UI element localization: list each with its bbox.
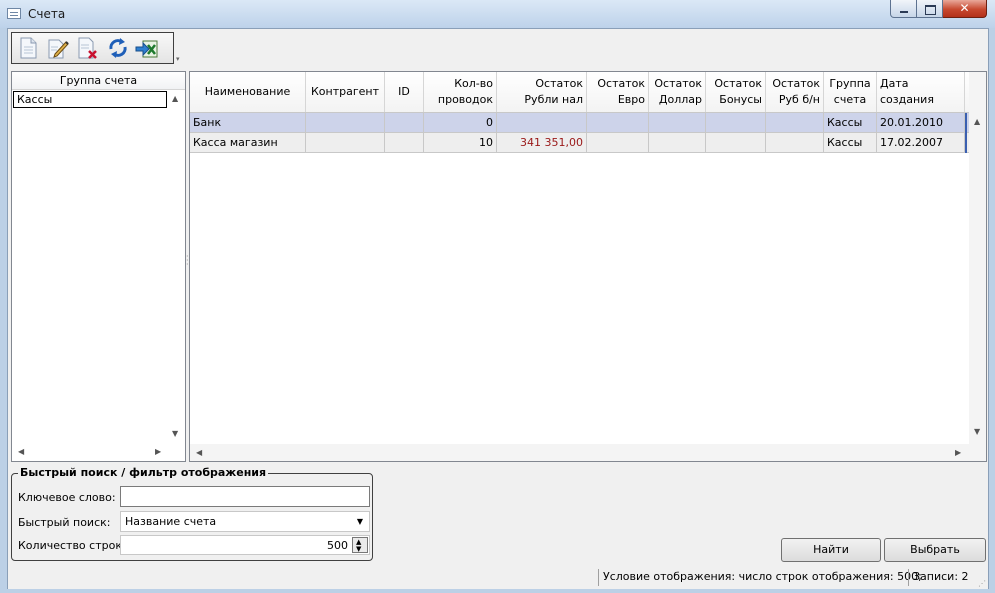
maximize-button[interactable] xyxy=(917,0,943,18)
cell-group: Кассы xyxy=(824,133,877,152)
cell-eur xyxy=(587,133,649,152)
stepper-buttons[interactable]: ▲ ▼ xyxy=(352,537,368,553)
scroll-down-icon[interactable]: ▼ xyxy=(974,427,980,436)
scroll-up-icon[interactable]: ▲ xyxy=(172,94,178,103)
cell-name: Банк xyxy=(190,113,306,132)
cell-bonus xyxy=(706,133,766,152)
delete-document-icon xyxy=(78,37,97,59)
filter-legend: Быстрый поиск / фильтр отображения xyxy=(18,466,269,479)
cell-created: 17.02.2007 xyxy=(877,133,965,152)
scroll-right-icon[interactable]: ▶ xyxy=(955,448,961,457)
column-header-eur[interactable]: Остаток Евро xyxy=(587,72,649,112)
edit-pencil-icon xyxy=(48,39,69,59)
quick-search-label: Быстрый поиск: xyxy=(18,516,111,529)
group-list-header: Группа счета xyxy=(12,72,185,90)
column-header-rub-noncash[interactable]: Остаток Руб б/н xyxy=(766,72,824,112)
export-excel-icon xyxy=(135,40,158,58)
column-header-id[interactable]: ID xyxy=(385,72,424,112)
toolbar-overflow-icon[interactable]: ▾ xyxy=(176,55,183,63)
scroll-down-icon[interactable]: ▼ xyxy=(172,429,178,438)
scroll-left-icon[interactable]: ◀ xyxy=(18,447,24,456)
edit-button[interactable] xyxy=(44,34,72,62)
row-edge-marker xyxy=(965,113,967,153)
refresh-icon xyxy=(109,38,127,58)
keyword-label: Ключевое слово: xyxy=(18,491,116,504)
keyword-input[interactable] xyxy=(120,486,370,507)
select-button[interactable]: Выбрать xyxy=(884,538,986,562)
cell-eur xyxy=(587,113,649,132)
window-title: Счета xyxy=(28,7,66,21)
cell-contractor xyxy=(306,133,385,152)
grid-header: Наименование Контрагент ID Кол-во провод… xyxy=(190,72,986,113)
export-button[interactable] xyxy=(134,34,162,62)
row-count-value: 500 xyxy=(327,539,348,552)
cell-id xyxy=(385,113,424,132)
status-records: Записи: 2 xyxy=(908,569,969,586)
cell-usd xyxy=(649,113,706,132)
delete-button[interactable] xyxy=(74,34,102,62)
table-row[interactable]: Касса магазин 10 341 351,00 Кассы 17.02.… xyxy=(190,133,986,153)
refresh-button[interactable] xyxy=(104,34,132,62)
table-row[interactable]: Банк 0 Кассы 20.01.2010 xyxy=(190,113,986,133)
cell-rub-cash xyxy=(497,113,587,132)
cell-postings: 10 xyxy=(424,133,497,152)
scroll-right-icon[interactable]: ▶ xyxy=(155,447,161,456)
column-header-usd[interactable]: Остаток Доллар xyxy=(649,72,706,112)
status-condition: Условие отображения: число строк отображ… xyxy=(598,569,922,586)
list-item[interactable]: Кассы xyxy=(13,91,167,108)
status-bar: Условие отображения: число строк отображ… xyxy=(8,566,988,589)
row-count-label: Количество строк: xyxy=(18,539,126,552)
stepper-down-icon[interactable]: ▼ xyxy=(356,546,361,553)
accounts-grid: Наименование Контрагент ID Кол-во провод… xyxy=(189,71,987,462)
column-header-postings[interactable]: Кол-во проводок xyxy=(424,72,497,112)
resize-grip-icon[interactable]: ⋰ xyxy=(978,579,988,589)
window-controls: ✕ xyxy=(890,0,987,18)
close-icon: ✕ xyxy=(959,1,970,15)
cell-rub-cash: 341 351,00 xyxy=(497,133,587,152)
minimize-button[interactable] xyxy=(890,0,917,18)
cell-contractor xyxy=(306,113,385,132)
scroll-left-icon[interactable]: ◀ xyxy=(196,448,202,457)
account-group-list: Группа счета Кассы ▲ ▼ ◀ ▶ xyxy=(11,71,186,462)
row-count-stepper[interactable]: 500 ▲ ▼ xyxy=(120,535,370,555)
close-button[interactable]: ✕ xyxy=(943,0,987,18)
cell-rub-noncash xyxy=(766,133,824,152)
cell-group: Кассы xyxy=(824,113,877,132)
column-header-created[interactable]: Дата создания xyxy=(877,72,965,112)
quick-filter-group: Быстрый поиск / фильтр отображения Ключе… xyxy=(11,466,373,561)
cell-usd xyxy=(649,133,706,152)
cell-bonus xyxy=(706,113,766,132)
chevron-down-icon: ▼ xyxy=(356,517,363,526)
column-header-bonus[interactable]: Остаток Бонусы xyxy=(706,72,766,112)
toolbar xyxy=(11,32,174,64)
quick-search-select[interactable]: Название счета ▼ xyxy=(120,511,370,532)
new-document-icon xyxy=(20,37,37,59)
column-header-contractor[interactable]: Контрагент xyxy=(306,72,385,112)
cell-created: 20.01.2010 xyxy=(877,113,965,132)
grid-vertical-scrollbar[interactable]: ▲ ▼ xyxy=(969,72,986,444)
cell-rub-noncash xyxy=(766,113,824,132)
find-button[interactable]: Найти xyxy=(781,538,881,562)
window-icon xyxy=(7,8,21,19)
cell-id xyxy=(385,133,424,152)
quick-search-value: Название счета xyxy=(125,515,217,528)
column-header-rub-cash[interactable]: Остаток Рубли нал xyxy=(497,72,587,112)
scroll-up-icon[interactable]: ▲ xyxy=(974,117,980,126)
column-header-name[interactable]: Наименование xyxy=(190,72,306,112)
title-bar: Счета ✕ xyxy=(0,0,995,28)
column-header-group[interactable]: Группа счета xyxy=(824,72,877,112)
cell-postings: 0 xyxy=(424,113,497,132)
window-client-area: ▾ Группа счета Кассы ▲ ▼ ◀ ▶ · · · Наимено… xyxy=(7,28,989,589)
cell-name: Касса магазин xyxy=(190,133,306,152)
grid-horizontal-scrollbar[interactable]: ◀ ▶ xyxy=(190,444,986,461)
new-button[interactable] xyxy=(14,34,42,62)
